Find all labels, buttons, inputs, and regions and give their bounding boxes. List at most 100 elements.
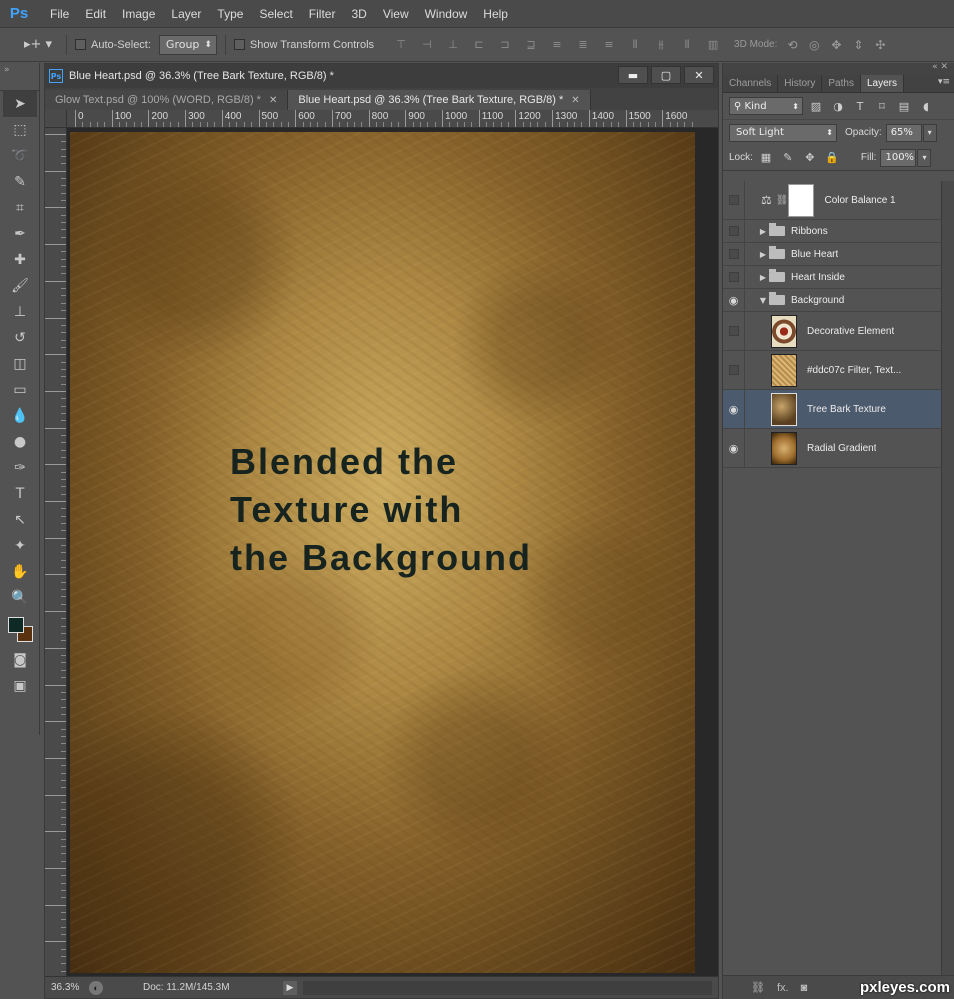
eye-icon[interactable]: ◉ xyxy=(723,429,745,467)
align-left-icon[interactable]: ⊏ xyxy=(466,35,492,55)
filter-shape-icon[interactable]: ⌑ xyxy=(873,97,891,115)
checkbox-box[interactable] xyxy=(233,39,245,50)
menu-3d[interactable]: 3D xyxy=(343,0,374,28)
checkbox-box[interactable] xyxy=(75,39,86,50)
menu-layer[interactable]: Layer xyxy=(163,0,209,28)
layer-row-heart-inside[interactable]: ▶ Heart Inside xyxy=(723,266,941,289)
lock-transparent-icon[interactable]: ▦ xyxy=(757,149,775,167)
panel-menu-icon[interactable]: ▾≡ xyxy=(938,77,950,87)
lock-all-icon[interactable]: 🔒 xyxy=(823,149,841,167)
menu-filter[interactable]: Filter xyxy=(301,0,344,28)
maximize-icon[interactable]: ▢ xyxy=(651,66,681,84)
3d-slide-icon[interactable]: ⇕ xyxy=(849,36,867,54)
link-icon[interactable]: ⛓ xyxy=(776,195,789,206)
filter-smart-object-icon[interactable]: ▤ xyxy=(895,97,913,115)
align-bottom-icon[interactable]: ⊥ xyxy=(440,35,466,55)
layer-mask-thumbnail[interactable] xyxy=(788,183,815,217)
tab-paths[interactable]: Paths xyxy=(822,75,861,92)
tab-close-icon[interactable]: ✕ xyxy=(269,95,277,106)
layer-row-decorative-element[interactable]: Decorative Element xyxy=(723,312,941,351)
vertical-ruler[interactable] xyxy=(45,128,67,976)
tab-close-icon[interactable]: ✕ xyxy=(571,95,579,106)
filter-toggle-icon[interactable]: ◖ xyxy=(917,97,935,115)
type-tool-icon[interactable]: T xyxy=(3,481,37,507)
menu-type[interactable]: Type xyxy=(209,0,251,28)
history-brush-tool-icon[interactable]: ↺ xyxy=(3,325,37,351)
minimize-icon[interactable]: ▬ xyxy=(618,66,648,84)
quick-selection-tool-icon[interactable]: ✎ xyxy=(3,169,37,195)
blur-tool-icon[interactable]: 💧 xyxy=(3,403,37,429)
healing-brush-tool-icon[interactable]: ✚ xyxy=(3,247,37,273)
eyedropper-tool-icon[interactable]: ✒ xyxy=(3,221,37,247)
move-tool-icon[interactable]: ➤ xyxy=(3,91,37,117)
filter-kind-dropdown[interactable]: ⚲ Kind xyxy=(729,97,803,115)
move-tool-preset-icon[interactable]: ▸+ ▾ xyxy=(18,33,58,57)
align-right-icon[interactable]: ⊒ xyxy=(518,35,544,55)
menu-window[interactable]: Window xyxy=(417,0,476,28)
distribute-top-icon[interactable]: ≡ xyxy=(544,35,570,55)
visibility-toggle[interactable] xyxy=(723,243,745,265)
eye-icon[interactable]: ◉ xyxy=(723,289,745,311)
layers-scrollbar[interactable] xyxy=(941,181,954,975)
layer-thumbnail[interactable] xyxy=(771,353,797,387)
auto-select-dropdown[interactable]: Group xyxy=(158,34,217,55)
layer-row-radial-gradient[interactable]: ◉ Radial Gradient xyxy=(723,429,941,468)
eraser-tool-icon[interactable]: ◫ xyxy=(3,351,37,377)
expand-arrow-icon[interactable]: ▶ xyxy=(757,227,769,236)
horizontal-scrollbar[interactable] xyxy=(303,980,712,995)
3d-rotate-icon[interactable]: ⟲ xyxy=(783,36,801,54)
layer-row-color-balance[interactable]: ⚖ ⛓ Color Balance 1 xyxy=(723,181,941,220)
mask-icon[interactable]: ◙ xyxy=(801,982,808,994)
layer-row-blue-heart[interactable]: ▶ Blue Heart xyxy=(723,243,941,266)
close-icon[interactable]: ✕ xyxy=(684,66,714,84)
distribute-right-icon[interactable]: ⫴ xyxy=(674,35,700,55)
distribute-vcenter-icon[interactable]: ≣ xyxy=(570,35,596,55)
marquee-tool-icon[interactable]: ⬚ xyxy=(3,117,37,143)
status-info-icon[interactable]: ◐ xyxy=(89,980,103,995)
tab-glow-text[interactable]: Glow Text.psd @ 100% (WORD, RGB/8) * ✕ xyxy=(45,90,289,110)
ruler-origin[interactable] xyxy=(45,110,67,128)
shape-tool-icon[interactable]: ✦ xyxy=(3,533,37,559)
eye-icon[interactable]: ◉ xyxy=(723,390,745,428)
screen-mode-icon[interactable]: ▣ xyxy=(3,673,37,699)
opacity-slider-arrow-icon[interactable]: ▾ xyxy=(922,123,937,142)
zoom-tool-icon[interactable]: 🔍 xyxy=(3,585,37,611)
layer-row-ribbons[interactable]: ▶ Ribbons xyxy=(723,220,941,243)
gradient-tool-icon[interactable]: ▭ xyxy=(3,377,37,403)
fill-slider-arrow-icon[interactable]: ▾ xyxy=(917,148,932,167)
color-swatches[interactable] xyxy=(3,611,37,647)
opacity-field[interactable]: 65% xyxy=(885,123,922,142)
horizontal-ruler[interactable]: 0 100 200 300 400 500 600 700 800 900 1000 1100 1200… xyxy=(67,110,718,128)
blend-mode-dropdown[interactable]: Soft Light xyxy=(729,123,837,142)
document-canvas[interactable]: Blended the Texture with the Background xyxy=(70,132,695,973)
lock-position-icon[interactable]: ✥ xyxy=(801,149,819,167)
foreground-color-swatch[interactable] xyxy=(8,617,24,633)
3d-roll-icon[interactable]: ◎ xyxy=(805,36,823,54)
document-titlebar[interactable]: Ps Blue Heart.psd @ 36.3% (Tree Bark Tex… xyxy=(45,64,718,88)
brush-tool-icon[interactable]: 🖌 xyxy=(3,273,37,299)
collapse-icon[interactable]: « ✕ xyxy=(932,62,948,72)
lock-pixels-icon[interactable]: ✎ xyxy=(779,149,797,167)
layer-row-background-group[interactable]: ◉ ▼ Background xyxy=(723,289,941,312)
pen-tool-icon[interactable]: ✑ xyxy=(3,455,37,481)
link-icon[interactable]: ⛓ xyxy=(751,981,765,994)
fill-field[interactable]: 100% xyxy=(880,148,917,167)
menu-view[interactable]: View xyxy=(375,0,417,28)
tab-blue-heart[interactable]: Blue Heart.psd @ 36.3% (Tree Bark Textur… xyxy=(288,90,591,110)
visibility-toggle[interactable] xyxy=(723,351,745,389)
distribute-hcenter-icon[interactable]: ⫵ xyxy=(648,35,674,55)
align-hcenter-icon[interactable]: ⊐ xyxy=(492,35,518,55)
menu-file[interactable]: File xyxy=(42,0,77,28)
align-vcenter-icon[interactable]: ⊣ xyxy=(414,35,440,55)
tab-history[interactable]: History xyxy=(778,75,823,92)
canvas-area[interactable]: Blended the Texture with the Background xyxy=(67,128,718,976)
layer-thumbnail[interactable] xyxy=(771,314,797,348)
tools-panel-header[interactable] xyxy=(0,63,39,91)
path-selection-tool-icon[interactable]: ↖ xyxy=(3,507,37,533)
hand-tool-icon[interactable]: ✋ xyxy=(3,559,37,585)
filter-type-icon[interactable]: T xyxy=(851,97,869,115)
layer-row-ddc07c[interactable]: #ddc07c Filter, Text... xyxy=(723,351,941,390)
panel-collapse-bar[interactable]: « ✕ xyxy=(723,62,954,75)
menu-select[interactable]: Select xyxy=(251,0,300,28)
tab-channels[interactable]: Channels xyxy=(723,75,779,92)
